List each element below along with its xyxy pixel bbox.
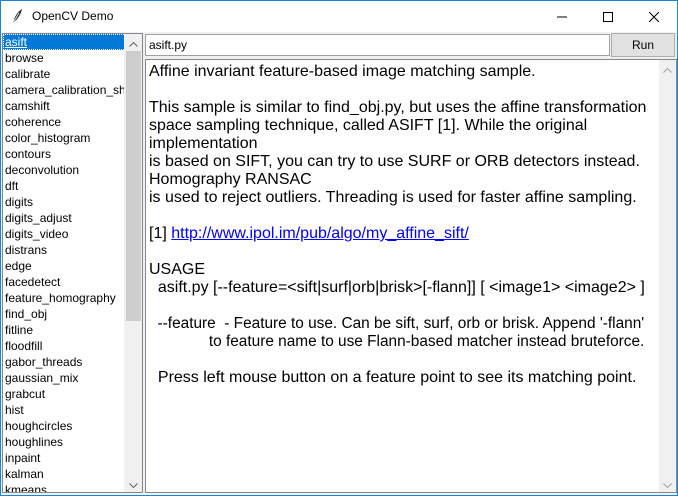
description-line: is based on SIFT, you can try to use SUR… [149,153,640,170]
description-line: Affine invariant feature-based image mat… [149,63,536,80]
demo-list: asift browse calibrate camera_calibration_s… [3,34,126,492]
list-item-calibrate[interactable]: calibrate [3,66,126,82]
demo-listbox[interactable]: asift browse calibrate camera_calibration_s… [2,33,143,493]
description-line [149,351,657,369]
window-title: OpenCV Demo [32,9,114,23]
description-line: to feature name to use Flann-based match… [149,333,645,350]
list-item-grabcut[interactable]: grabcut [3,386,126,402]
text-scroll-down-arrow[interactable] [659,475,676,492]
description-line: Press left mouse button on a feature poi… [149,369,637,386]
minimize-button[interactable] [539,1,585,32]
list-item-kalman[interactable]: kalman [3,466,126,482]
description-line: asift.py [--feature=<sift|surf|orb|brisk… [149,279,645,296]
list-item-find-obj[interactable]: find_obj [3,306,126,322]
description-line: This sample is similar to find_obj.py, b… [149,99,647,116]
list-item-digits-adjust[interactable]: digits_adjust [3,210,126,226]
list-item-color-histogram[interactable]: color_histogram [3,130,126,146]
list-item-dft[interactable]: dft [3,178,126,194]
list-item-gabor-threads[interactable]: gabor_threads [3,354,126,370]
list-item-houghcircles[interactable]: houghcircles [3,418,126,434]
description-line: USAGE [149,261,206,278]
minimize-icon [557,12,567,22]
list-item-edge[interactable]: edge [3,258,126,274]
description-line: space sampling technique, called ASIFT [… [149,117,588,134]
description-line [149,207,657,225]
list-item-browse[interactable]: browse [3,50,126,66]
close-icon [649,11,659,22]
title-bar[interactable]: OpenCV Demo [1,1,677,32]
text-scroll-up-arrow[interactable] [659,60,676,77]
list-scrollbar[interactable] [124,34,142,492]
feather-icon [9,8,25,24]
maximize-button[interactable] [585,1,631,32]
list-item-deconvolution[interactable]: deconvolution [3,162,126,178]
list-item-asift[interactable]: asift [3,34,126,50]
list-item-digits-video[interactable]: digits_video [3,226,126,242]
list-item-fitline[interactable]: fitline [3,322,126,338]
description-line [149,297,657,315]
run-button[interactable]: Run [611,33,675,57]
list-item-coherence[interactable]: coherence [3,114,126,130]
description-textbox[interactable]: Affine invariant feature-based image mat… [145,59,677,493]
close-button[interactable] [631,1,677,32]
list-item-digits[interactable]: digits [3,194,126,210]
description-line: Homography RANSAC [149,171,312,188]
reference-line: [1] http://www.ipol.im/pub/algo/my_affin… [149,225,657,243]
text-scrollbar[interactable] [659,60,676,492]
list-item-floodfill[interactable]: floodfill [3,338,126,354]
list-item-kmeans[interactable]: kmeans [3,482,126,492]
description-line: implementation [149,135,258,152]
chevron-down-icon [663,475,672,493]
list-item-houghlines[interactable]: houghlines [3,434,126,450]
list-item-gaussian-mix[interactable]: gaussian_mix [3,370,126,386]
description-line: is used to reject outliers. Threading is… [149,189,637,206]
description-line: --feature - Feature to use. Can be sift,… [149,315,645,332]
list-item-feature-homography[interactable]: feature_homography [3,290,126,306]
scroll-up-arrow[interactable] [125,34,142,51]
list-item-distrans[interactable]: distrans [3,242,126,258]
list-item-facedetect[interactable]: facedetect [3,274,126,290]
list-item-camera-calibration-sho[interactable]: camera_calibration_sho [3,82,126,98]
description-line [149,81,657,99]
list-scroll-thumb[interactable] [126,51,141,321]
chevron-down-icon [129,475,138,493]
list-item-contours[interactable]: contours [3,146,126,162]
reference-prefix: [1] [149,225,172,242]
reference-link[interactable]: http://www.ipol.im/pub/algo/my_affine_si… [171,225,469,242]
maximize-icon [603,11,613,22]
list-item-camshift[interactable]: camshift [3,98,126,114]
filename-entry[interactable]: asift.py [145,34,610,56]
list-item-inpaint[interactable]: inpaint [3,450,126,466]
scroll-down-arrow[interactable] [125,475,142,492]
chevron-up-icon [129,34,138,52]
description-line [149,243,657,261]
description-text: Affine invariant feature-based image mat… [149,63,657,387]
chevron-up-icon [663,60,672,78]
list-item-hist[interactable]: hist [3,402,126,418]
